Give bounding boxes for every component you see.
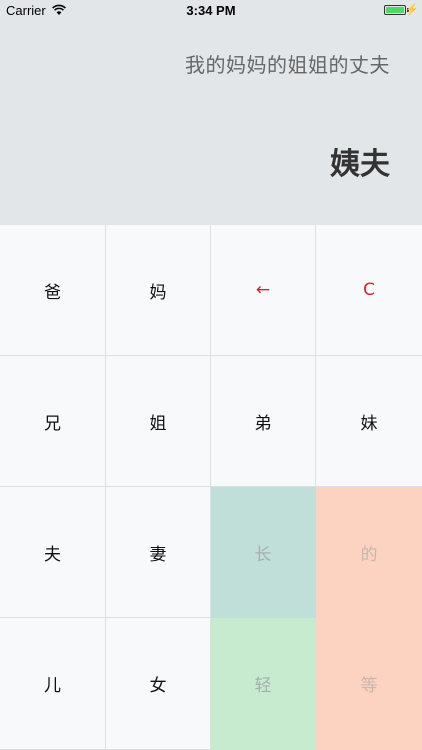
calculator-display: 我的妈妈的姐姐的丈夫 姨夫 — [0, 22, 422, 225]
equals-key[interactable]: 等 — [316, 618, 422, 750]
clear-key[interactable]: C — [316, 225, 422, 356]
keypad: 爸 妈 ← C 兄 姐 弟 妹 夫 妻 长 的 儿 女 轻 等 — [0, 225, 422, 750]
backspace-key[interactable]: ← — [211, 225, 316, 356]
relation-result: 姨夫 — [330, 147, 390, 182]
key-daughter[interactable]: 女 — [106, 618, 211, 750]
key-wife[interactable]: 妻 — [106, 487, 211, 618]
status-bar: Carrier 3:34 PM ⚡ — [0, 0, 422, 22]
key-mother[interactable]: 妈 — [106, 225, 211, 356]
clock: 3:34 PM — [186, 3, 236, 18]
key-younger[interactable]: 轻 — [211, 618, 316, 750]
battery-icon — [384, 5, 406, 15]
key-of[interactable]: 的 — [316, 487, 422, 618]
key-son[interactable]: 儿 — [0, 618, 106, 750]
key-younger-brother[interactable]: 弟 — [211, 356, 316, 487]
key-husband[interactable]: 夫 — [0, 487, 106, 618]
key-elder-brother[interactable]: 兄 — [0, 356, 106, 487]
charging-icon: ⚡ — [405, 4, 419, 16]
key-older[interactable]: 长 — [211, 487, 316, 618]
key-father[interactable]: 爸 — [0, 225, 106, 356]
relation-expression: 我的妈妈的姐姐的丈夫 — [185, 53, 390, 77]
key-younger-sister[interactable]: 妹 — [316, 356, 422, 487]
key-elder-sister[interactable]: 姐 — [106, 356, 211, 487]
